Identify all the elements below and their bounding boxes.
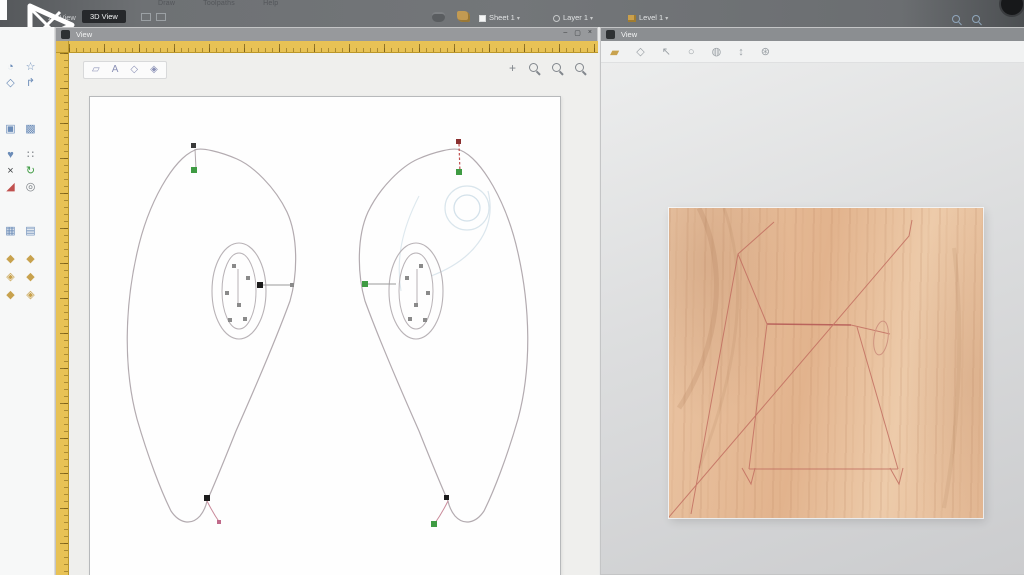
measure-icon[interactable]: ∷ xyxy=(24,149,37,162)
pan-icon[interactable]: ↕ xyxy=(738,46,744,58)
clipart-icon[interactable]: ◆ xyxy=(4,289,17,302)
menu-draw[interactable]: Draw xyxy=(158,0,175,7)
window-icon xyxy=(606,30,615,39)
leaf-outline-right[interactable] xyxy=(358,148,529,523)
bitmap-icon[interactable]: ▣ xyxy=(4,123,17,136)
restore-button[interactable]: ▢ xyxy=(574,29,581,37)
chevron-down-icon: ▾ xyxy=(516,16,520,22)
drawing-canvas-2d[interactable]: ▱ A ◇ ◈ + xyxy=(69,53,599,575)
level-selector[interactable]: Level 1 ▾ xyxy=(628,13,668,22)
ruler-corner xyxy=(56,41,69,53)
window-icon xyxy=(61,30,70,39)
draw-arc-icon[interactable]: ◔ xyxy=(4,61,17,74)
clipart-icon[interactable]: ◆ xyxy=(24,271,37,284)
wireframe-icon[interactable]: ◇ xyxy=(636,45,644,58)
overlay-rect xyxy=(0,0,7,20)
crop-icon[interactable]: ▩ xyxy=(24,123,37,136)
draw-star-icon[interactable]: ☆ xyxy=(24,61,37,74)
window-2d-titlebar[interactable]: View – ▢ × xyxy=(56,28,597,41)
window-title: View xyxy=(76,30,93,39)
leaf-outline-left[interactable] xyxy=(126,148,297,523)
vector-drawing xyxy=(126,139,529,527)
mirror-icon[interactable]: ▤ xyxy=(24,225,37,238)
layer-icon xyxy=(553,14,560,22)
toolbar-3d: ▰ ◇ ↖ ○ ◍ ↕ ⊛ xyxy=(601,41,1024,63)
shell-tool-icon[interactable] xyxy=(432,12,445,22)
zoom-box-icon[interactable] xyxy=(529,63,539,73)
snap-tool-icon[interactable]: ◈ xyxy=(150,62,158,78)
chevron-down-icon: ▾ xyxy=(665,16,669,22)
toolpath-preview xyxy=(662,206,962,525)
layout-single-icon[interactable] xyxy=(141,13,151,21)
window-2d-view: View – ▢ × ▱ A ◇ ◈ + xyxy=(55,27,599,575)
layer-selector[interactable]: Layer 1 ▾ xyxy=(553,13,593,22)
refresh-icon[interactable]: ↻ xyxy=(24,165,37,178)
window-3d-view: View ▰ ◇ ↖ ○ ◍ ↕ ⊛ xyxy=(600,27,1024,575)
clipart-icon[interactable]: ◈ xyxy=(24,289,37,302)
sheet-selector[interactable]: Sheet 1 ▾ xyxy=(479,13,520,22)
clipart-icon[interactable]: ◆ xyxy=(24,253,37,266)
clipart-icon[interactable]: ◈ xyxy=(4,271,17,284)
join-vectors-icon[interactable]: ♥ xyxy=(4,149,17,162)
text-select-tool-icon[interactable]: A xyxy=(112,62,119,78)
menu-help[interactable]: Help xyxy=(263,0,278,7)
draw-curve-icon[interactable]: ↱ xyxy=(24,77,37,90)
fillet-icon[interactable]: ◢ xyxy=(4,181,17,194)
clipart-icon[interactable]: ◆ xyxy=(4,253,17,266)
canvas-mini-toolbar: ▱ A ◇ ◈ xyxy=(83,61,167,79)
offset-icon[interactable]: ◎ xyxy=(24,181,37,194)
select-icon[interactable]: ↖ xyxy=(662,45,671,58)
vertical-ruler xyxy=(56,53,69,575)
settings-icon[interactable]: ⊛ xyxy=(761,45,770,58)
canvas-3d[interactable] xyxy=(601,63,1024,574)
zoom-toolbar: + xyxy=(509,61,585,75)
layout-split-icon[interactable] xyxy=(156,13,166,21)
node-edit-tool-icon[interactable]: ◇ xyxy=(130,62,138,78)
horizontal-ruler xyxy=(69,41,598,53)
draw-polygon-icon[interactable]: ◇ xyxy=(4,77,17,90)
menu-toolpaths[interactable]: Toolpaths xyxy=(203,0,235,7)
sheet-icon xyxy=(479,14,486,22)
circle-icon[interactable]: ○ xyxy=(688,46,695,58)
material-block-icon[interactable] xyxy=(457,11,470,22)
close-button[interactable]: × xyxy=(588,29,592,37)
zoom-icon[interactable] xyxy=(952,15,961,24)
window-title: View xyxy=(621,30,638,39)
level-icon xyxy=(628,14,636,22)
array-copy-icon[interactable]: ▦ xyxy=(4,225,17,238)
minimize-button[interactable]: – xyxy=(563,29,567,37)
zoom-selected-icon[interactable] xyxy=(575,63,585,73)
material-block-3d[interactable] xyxy=(662,206,983,525)
zoom-in-icon[interactable]: + xyxy=(509,61,516,75)
delete-icon[interactable]: × xyxy=(4,165,17,178)
view-3d-toggle[interactable]: 3D View xyxy=(82,10,126,23)
window-3d-titlebar[interactable]: View xyxy=(601,28,1024,41)
menu-items: Draw Toolpaths Help xyxy=(158,0,304,9)
shaded-icon[interactable]: ◍ xyxy=(712,45,722,58)
layers-tool-icon[interactable]: ▱ xyxy=(92,62,100,78)
material-icon[interactable]: ▰ xyxy=(610,45,619,59)
zoom-region-icon[interactable] xyxy=(972,15,981,24)
zoom-extents-icon[interactable] xyxy=(552,63,562,73)
top-menubar: Draw Toolpaths Help 2D View 3D View Shee… xyxy=(0,0,1024,27)
drawing-tools-panel: ◔ ☆ ◇ ↱ ▣ ▩ ♥ ∷ × ↻ ◢ ◎ ▦ ▤ ◆ ◆ ◈ ◆ ◆ ◈ xyxy=(0,27,55,575)
chevron-down-icon: ▾ xyxy=(590,16,594,22)
